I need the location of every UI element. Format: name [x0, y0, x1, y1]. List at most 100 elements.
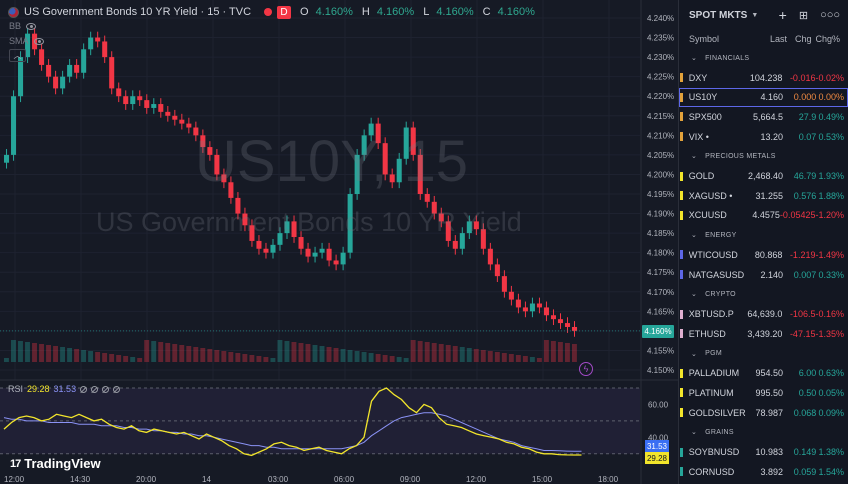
symbol-flag-icon[interactable]	[680, 329, 683, 339]
tradingview-logo[interactable]: 17 TradingView	[10, 456, 101, 471]
price-chart[interactable]: 4.240% 4.235% 4.230% 4.225% 4.220% 4.215% 4.21…	[0, 0, 678, 484]
section-precious-metals[interactable]: ⌄ PRECIOUS METALS	[679, 146, 848, 166]
volume-bar	[312, 345, 318, 362]
watchlist-row-cornusd[interactable]: CORNUSD 3.892 0.059 1.54%	[679, 462, 848, 482]
indicator-sma[interactable]: SMA	[9, 35, 44, 47]
volume-bar	[403, 358, 409, 362]
watchlist-row-dxy[interactable]: DXY 104.238 -0.016 -0.02%	[679, 68, 848, 88]
row-chg: 6.00	[798, 368, 817, 379]
chevron-down-icon[interactable]: ⌄	[691, 350, 697, 358]
add-symbol-plus-icon[interactable]: +	[779, 7, 787, 23]
symbol-flag-icon[interactable]	[680, 132, 683, 142]
column-chg-pct[interactable]: Chg%	[816, 34, 841, 44]
market-status-badge[interactable]: D	[277, 5, 292, 19]
candle-body	[270, 244, 276, 253]
symbol-flag-icon[interactable]	[680, 447, 683, 457]
candle-body	[263, 248, 269, 253]
volume-bar	[410, 340, 416, 362]
price-axis-label: 4.210%	[647, 131, 674, 140]
eye-icon[interactable]	[26, 22, 37, 30]
price-axis-label: 4.220%	[647, 92, 674, 101]
section-crypto[interactable]: ⌄ CRYPTO	[679, 284, 848, 304]
row-chg: -47.15	[789, 328, 816, 339]
time-axis-label: 18:00	[598, 475, 619, 484]
watchlist-row-platinum[interactable]: PLATINUM 995.50 0.50 0.05%	[679, 383, 848, 403]
section-grains[interactable]: ⌄ GRAINS	[679, 422, 848, 442]
chevron-down-icon[interactable]: ⌄	[691, 152, 697, 160]
symbol-flag-icon[interactable]	[680, 368, 683, 378]
watchlist-title-button[interactable]: SPOT MKTS ▼	[689, 10, 758, 21]
watchlist-row-xagusd[interactable]: XAGUSD • 31.255 0.576 1.88%	[679, 186, 848, 206]
price-axis-label: 4.170%	[647, 288, 674, 297]
watchlist-row-gold[interactable]: GOLD 2,468.40 46.79 1.93%	[679, 166, 848, 186]
candle-body	[333, 260, 339, 265]
watchlist-header: SPOT MKTS ▼ + ⊞ ○○○	[679, 0, 848, 30]
symbol-flag-icon[interactable]	[680, 191, 683, 201]
watchlist-row-vix[interactable]: VIX • 13.20 0.07 0.53%	[679, 127, 848, 147]
symbol-flag-icon[interactable]	[680, 92, 683, 102]
volume-bar	[53, 346, 58, 362]
volume-bar	[60, 347, 66, 362]
symbol-flag-icon[interactable]	[680, 467, 683, 477]
candle-body	[494, 264, 500, 277]
column-last[interactable]: Last	[752, 34, 787, 44]
row-symbol: VIX •	[688, 131, 709, 142]
collapse-indicators-button[interactable]: ︿	[9, 49, 26, 62]
chevron-down-icon: ▼	[751, 11, 759, 19]
eye-icon[interactable]	[33, 37, 44, 45]
candle-body	[4, 154, 10, 163]
chevron-down-icon[interactable]: ⌄	[691, 231, 697, 239]
chevron-down-icon[interactable]: ⌄	[691, 54, 697, 62]
symbol-flag-icon[interactable]	[680, 270, 683, 280]
watchlist-row-ethusd[interactable]: ETHUSD 3,439.20 -47.15 -1.35%	[679, 324, 848, 344]
indicator-bb-label: BB	[9, 21, 22, 31]
hide-icon[interactable]	[91, 385, 99, 393]
symbol-flag-icon[interactable]	[680, 210, 683, 220]
row-symbol: XCUUSD	[688, 210, 727, 221]
volume-bar	[179, 345, 185, 362]
row-last: 64,639.0	[747, 309, 783, 320]
lightning-icon[interactable]: ϟ	[579, 362, 593, 376]
watchlist-row-spx500[interactable]: SPX500 5,664.5 27.9 0.49%	[679, 107, 848, 127]
chevron-down-icon[interactable]: ⌄	[691, 428, 697, 436]
volume-bar	[221, 351, 227, 362]
column-symbol[interactable]: Symbol	[679, 34, 752, 44]
watchlist-row-us10y[interactable]: US10Y 4.160 0.000 0.00%	[679, 87, 848, 108]
chart-area[interactable]: 4.240% 4.235% 4.230% 4.225% 4.220% 4.215% 4.21…	[0, 0, 678, 484]
volume-bar	[242, 354, 248, 362]
hide-icon[interactable]	[80, 385, 88, 393]
watchlist-row-wticousd[interactable]: WTICOUSD 80.868 -1.219 -1.49%	[679, 245, 848, 265]
watchlist-row-goldsilver[interactable]: GOLDSILVER 78.987 0.068 0.09%	[679, 403, 848, 423]
symbol-title[interactable]: US Government Bonds 10 YR Yield · 15 · T…	[24, 6, 251, 18]
symbol-flag-icon[interactable]	[680, 309, 683, 319]
rsi-tag: 29.28	[645, 452, 669, 464]
symbol-flag-icon[interactable]	[680, 388, 683, 398]
column-chg[interactable]: Chg	[787, 34, 812, 44]
row-last: 78.987	[755, 407, 783, 418]
hide-icon[interactable]	[102, 385, 110, 393]
advanced-view-icon[interactable]: ⊞	[799, 9, 808, 22]
volume-bar	[529, 357, 535, 362]
symbol-flag-icon[interactable]	[680, 73, 683, 83]
row-chg: 46.79	[793, 171, 817, 182]
indicator-bb[interactable]: BB	[9, 20, 37, 32]
volume-bar	[39, 344, 44, 362]
watchlist-row-xbtusdp[interactable]: XBTUSD.P 64,639.0 -106.5 -0.16%	[679, 304, 848, 324]
watchlist-row-xcuusd[interactable]: XCUUSD 4.4575 -0.05425 -1.20%	[679, 206, 848, 226]
watchlist-row-palladium[interactable]: PALLADIUM 954.50 6.00 0.63%	[679, 364, 848, 384]
candle-body	[74, 64, 80, 73]
section-financials[interactable]: ⌄ FINANCIALS	[679, 48, 848, 68]
price-axis-label: 4.215%	[647, 112, 674, 121]
chevron-down-icon[interactable]: ⌄	[691, 290, 697, 298]
symbol-flag-icon[interactable]	[680, 112, 683, 122]
symbol-flag-icon[interactable]	[680, 171, 683, 181]
watchlist-row-natgasusd[interactable]: NATGASUSD 2.140 0.007 0.33%	[679, 265, 848, 285]
symbol-flag-icon[interactable]	[680, 250, 683, 260]
time-axis-label: 20:00	[136, 475, 157, 484]
section-pgm[interactable]: ⌄ PGM	[679, 344, 848, 364]
symbol-flag-icon[interactable]	[680, 408, 683, 418]
section-energy[interactable]: ⌄ ENERGY	[679, 225, 848, 245]
hide-icon[interactable]	[113, 385, 121, 393]
watchlist-row-soybnusd[interactable]: SOYBNUSD 10.983 0.149 1.38%	[679, 442, 848, 462]
more-options-icon[interactable]: ○○○	[820, 9, 840, 21]
